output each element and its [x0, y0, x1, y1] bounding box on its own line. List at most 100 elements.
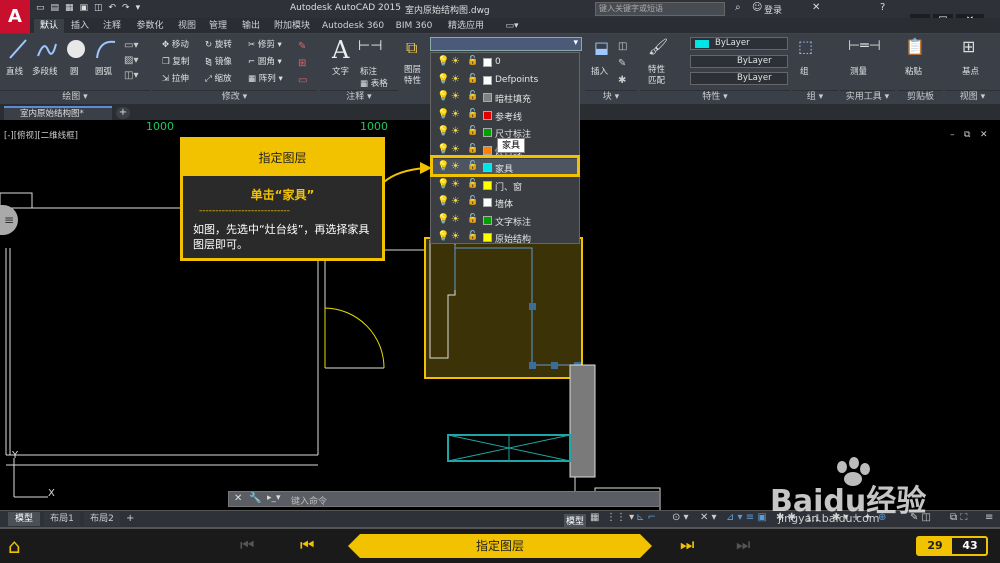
annotation-panel-label[interactable]: 注释 ▾	[320, 90, 398, 103]
basepoint-label[interactable]: 基点	[962, 65, 979, 77]
lock-icon[interactable]: 🔓	[467, 126, 478, 136]
lightbulb-icon[interactable]: 💡	[437, 231, 449, 242]
circle-icon[interactable]	[65, 38, 87, 60]
layer-dropdown[interactable]: ▾	[430, 37, 582, 51]
prev-page-icon[interactable]: ⏮	[300, 535, 314, 555]
lock-icon[interactable]: 🔓	[467, 74, 478, 84]
group-label[interactable]: 组	[800, 65, 809, 77]
tab-bim360[interactable]: BIM 360	[392, 19, 436, 34]
stretch-tool[interactable]: ⇲ 拉伸	[162, 72, 189, 84]
measure-label[interactable]: 测量	[850, 65, 867, 77]
move-tool[interactable]: ✥ 移动	[162, 38, 189, 50]
dimension-label[interactable]: 标注	[360, 65, 377, 77]
ortho-icon[interactable]: ⊾ ⌐	[636, 512, 656, 523]
dimension-icon[interactable]: ⊢⊣	[358, 38, 382, 54]
lightbulb-icon[interactable]: 💡	[437, 196, 449, 207]
polar-icon[interactable]: ⊙ ▾	[672, 512, 689, 523]
viewport-minimize-icon[interactable]: –	[950, 130, 955, 140]
lightbulb-icon[interactable]: 💡	[437, 179, 449, 190]
block-tools-icons[interactable]: ◫ ✎ ✱	[618, 38, 627, 89]
lightbulb-icon[interactable]: 💡	[437, 214, 449, 225]
model-space-toggle[interactable]: 模型	[564, 514, 587, 527]
tab-output[interactable]: 输出	[237, 19, 265, 34]
polyline-label[interactable]: 多段线	[32, 65, 58, 77]
next-page-icon[interactable]: ⏭	[680, 535, 694, 555]
sun-icon[interactable]: ☀	[451, 196, 460, 207]
close-icon[interactable]: ✕	[234, 493, 242, 504]
mirror-tool[interactable]: ⧎ 镜像	[205, 55, 232, 67]
file-tab[interactable]: 室内原始结构图*	[4, 106, 112, 120]
group-icon[interactable]: ⬚	[798, 37, 813, 56]
layer-row[interactable]: 💡 ☀ 🔓 暗柱填充	[431, 89, 579, 107]
measure-icon[interactable]: ⊢═⊣	[848, 38, 881, 54]
lightbulb-icon[interactable]: 💡	[437, 109, 449, 120]
linetype-dropdown[interactable]: ByLayer	[690, 55, 788, 68]
array-tool[interactable]: ▦ 阵列 ▾	[248, 72, 283, 84]
lock-icon[interactable]: 🔓	[467, 109, 478, 119]
lightbulb-icon[interactable]: 💡	[437, 74, 449, 85]
line-label[interactable]: 直线	[6, 65, 23, 77]
new-tab-button[interactable]: +	[116, 107, 130, 119]
layer-properties-label[interactable]: 图层特性	[404, 65, 426, 87]
tab-default[interactable]: 默认	[34, 19, 64, 34]
layout-tab-layout1[interactable]: 布局1	[44, 512, 80, 526]
trim-tool[interactable]: ✂ 修剪 ▾	[248, 38, 282, 50]
text-icon[interactable]: A	[332, 36, 349, 64]
annotation-icon[interactable]: ⊿ ▾ ≡ ▣	[726, 512, 767, 523]
tab-more-icon[interactable]: ▭▾	[500, 19, 524, 34]
copy-tool[interactable]: ❐ 复制	[162, 55, 189, 67]
match-properties-icon[interactable]: 🖌	[648, 37, 668, 56]
home-icon[interactable]: ⌂	[8, 534, 21, 558]
viewport-close-icon[interactable]: ✕	[980, 130, 988, 140]
sun-icon[interactable]: ☀	[451, 144, 460, 155]
sun-icon[interactable]: ☀	[451, 109, 460, 120]
sun-icon[interactable]: ☀	[451, 214, 460, 225]
paste-label[interactable]: 粘贴	[905, 65, 922, 77]
tab-a360[interactable]: Autodesk 360	[320, 19, 386, 34]
draw-small-tools[interactable]: ▭▾ ▨▾ ◫▾	[124, 38, 150, 84]
lock-icon[interactable]: 🔓	[467, 56, 478, 66]
lock-icon[interactable]: 🔓	[467, 196, 478, 206]
layer-row[interactable]: 💡 ☀ 🔓 0	[431, 54, 579, 72]
lock-icon[interactable]: 🔓	[467, 179, 478, 189]
add-layout-button[interactable]: +	[126, 513, 138, 525]
view-panel-label[interactable]: 视图 ▾	[945, 90, 1000, 103]
groups-panel-label[interactable]: 组 ▾	[792, 90, 838, 103]
tab-insert[interactable]: 插入	[66, 19, 94, 34]
sun-icon[interactable]: ☀	[451, 56, 460, 67]
arc-label[interactable]: 圆弧	[95, 65, 112, 77]
text-label[interactable]: 文字	[332, 65, 349, 77]
paste-icon[interactable]: 📋	[905, 37, 925, 56]
viewport-restore-icon[interactable]: ⧉	[964, 130, 970, 140]
modify-extra-icons[interactable]: ✎ ⊞ ▭	[298, 38, 307, 89]
lock-icon[interactable]: 🔓	[467, 144, 478, 154]
lineweight-dropdown[interactable]: ByLayer	[690, 72, 788, 85]
layer-row[interactable]: 💡 ☀ 🔓 墙体	[431, 194, 579, 212]
user-icon[interactable]: ☺	[752, 2, 762, 13]
grid-icon[interactable]: ▦	[590, 512, 599, 523]
rotate-tool[interactable]: ↻ 旋转	[205, 38, 232, 50]
layout-tab-layout2[interactable]: 布局2	[84, 512, 120, 526]
snap-icon[interactable]: ⋮⋮ ▾	[606, 512, 634, 523]
polyline-icon[interactable]	[36, 38, 58, 60]
tab-manage[interactable]: 管理	[204, 19, 232, 34]
match-properties-label[interactable]: 特性匹配	[648, 65, 670, 87]
tab-parametric[interactable]: 参数化	[130, 19, 170, 34]
exchange-icon[interactable]: ✕	[812, 2, 820, 13]
search-icon[interactable]: ⌕	[735, 2, 741, 13]
modify-panel-label[interactable]: 修改 ▾	[152, 90, 317, 103]
draw-panel-label[interactable]: 绘图 ▾	[0, 90, 150, 103]
lightbulb-icon[interactable]: 💡	[437, 56, 449, 67]
layer-row[interactable]: 💡 ☀ 🔓 文字标注	[431, 212, 579, 230]
sun-icon[interactable]: ☀	[451, 74, 460, 85]
layout-tab-model[interactable]: 模型	[8, 512, 40, 526]
osnap-icon[interactable]: ✕ ▾	[700, 512, 717, 523]
wrench-icon[interactable]: 🔧	[249, 493, 261, 504]
sun-icon[interactable]: ☀	[451, 91, 460, 102]
lock-icon[interactable]: 🔓	[467, 91, 478, 101]
app-logo[interactable]: A	[0, 0, 30, 33]
arc-icon[interactable]	[95, 38, 117, 60]
scale-tool[interactable]: ⤢ 缩放	[205, 72, 232, 84]
command-line[interactable]: ✕ 🔧 ▸_▾ 键入命令	[228, 491, 660, 507]
layer-row[interactable]: 💡 ☀ 🔓 参考线	[431, 107, 579, 125]
